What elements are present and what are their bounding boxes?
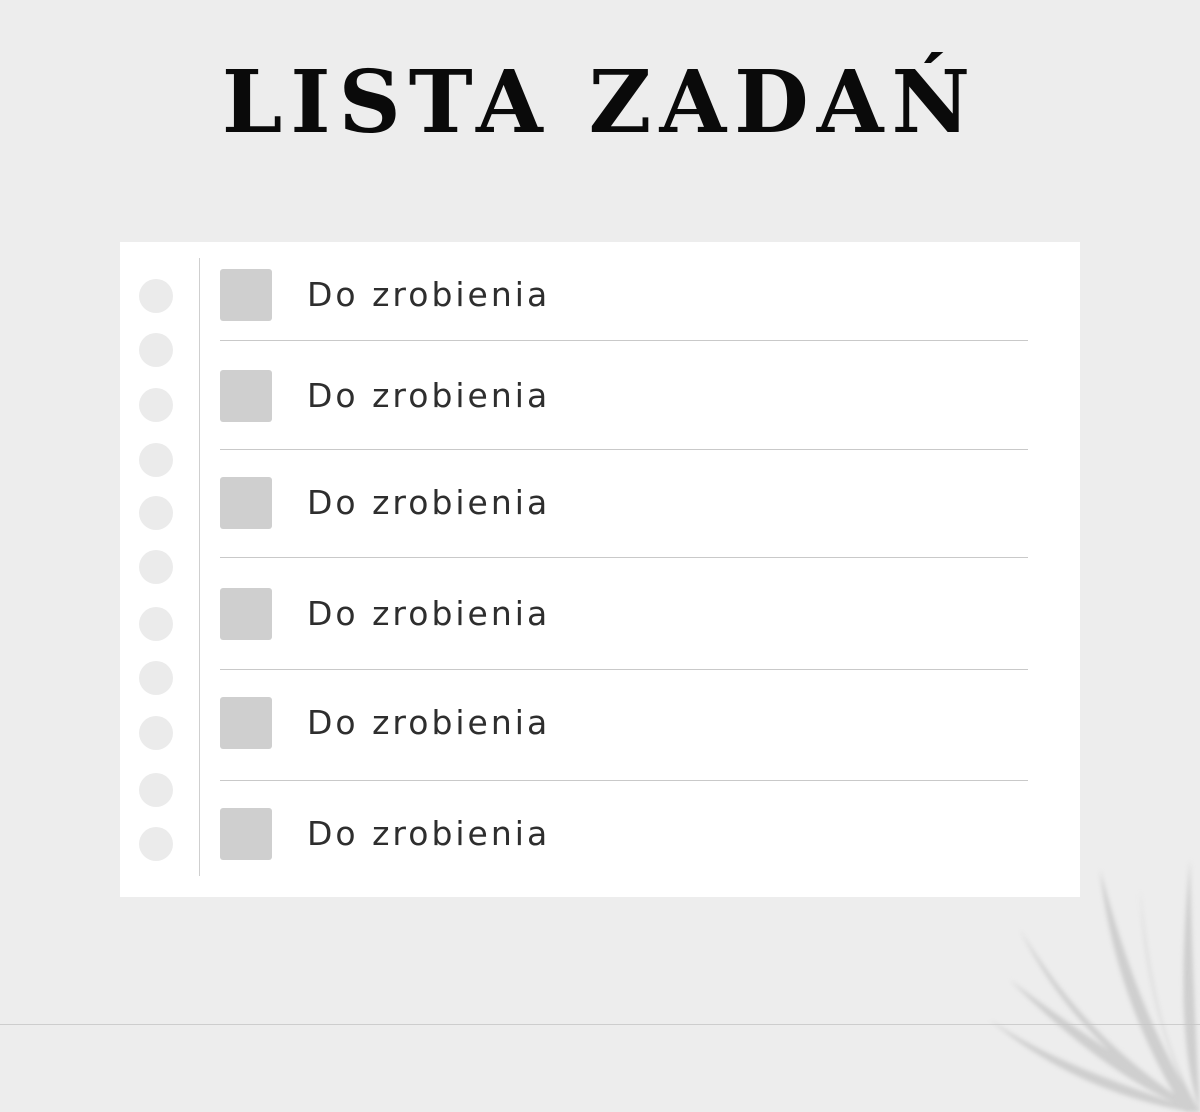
margin-line [199,258,200,876]
task-label: Do zrobienia [307,703,551,742]
binder-hole [139,388,173,422]
row-divider [220,780,1028,781]
binder-hole [139,661,173,695]
task-row[interactable]: Do zrobienia [220,269,1028,321]
row-divider [220,340,1028,341]
binder-hole [139,443,173,477]
page-title: LISTA ZADAŃ [221,52,979,153]
task-label: Do zrobienia [307,376,551,415]
binder-hole [139,496,173,530]
task-checkbox[interactable] [220,370,272,422]
row-divider [220,557,1028,558]
binder-hole [139,333,173,367]
task-label: Do zrobienia [307,275,551,314]
binder-hole [139,716,173,750]
task-row[interactable]: Do zrobienia [220,477,1028,529]
binder-hole [139,773,173,807]
binder-hole [139,279,173,313]
task-label: Do zrobienia [307,594,551,633]
task-checkbox[interactable] [220,477,272,529]
row-divider [220,669,1028,670]
binder-hole [139,827,173,861]
task-label: Do zrobienia [307,814,551,853]
binder-hole [139,607,173,641]
todo-card: Do zrobienia Do zrobienia Do zrobienia D… [120,242,1080,897]
task-row[interactable]: Do zrobienia [220,697,1028,749]
task-checkbox[interactable] [220,808,272,860]
task-checkbox[interactable] [220,697,272,749]
task-checkbox[interactable] [220,269,272,321]
row-divider [220,449,1028,450]
task-checkbox[interactable] [220,588,272,640]
task-row[interactable]: Do zrobienia [220,588,1028,640]
task-label: Do zrobienia [307,483,551,522]
task-row[interactable]: Do zrobienia [220,370,1028,422]
palm-leaf-shadow [990,860,1200,1112]
task-row[interactable]: Do zrobienia [220,808,1028,860]
binder-holes [120,242,200,897]
binder-hole [139,550,173,584]
